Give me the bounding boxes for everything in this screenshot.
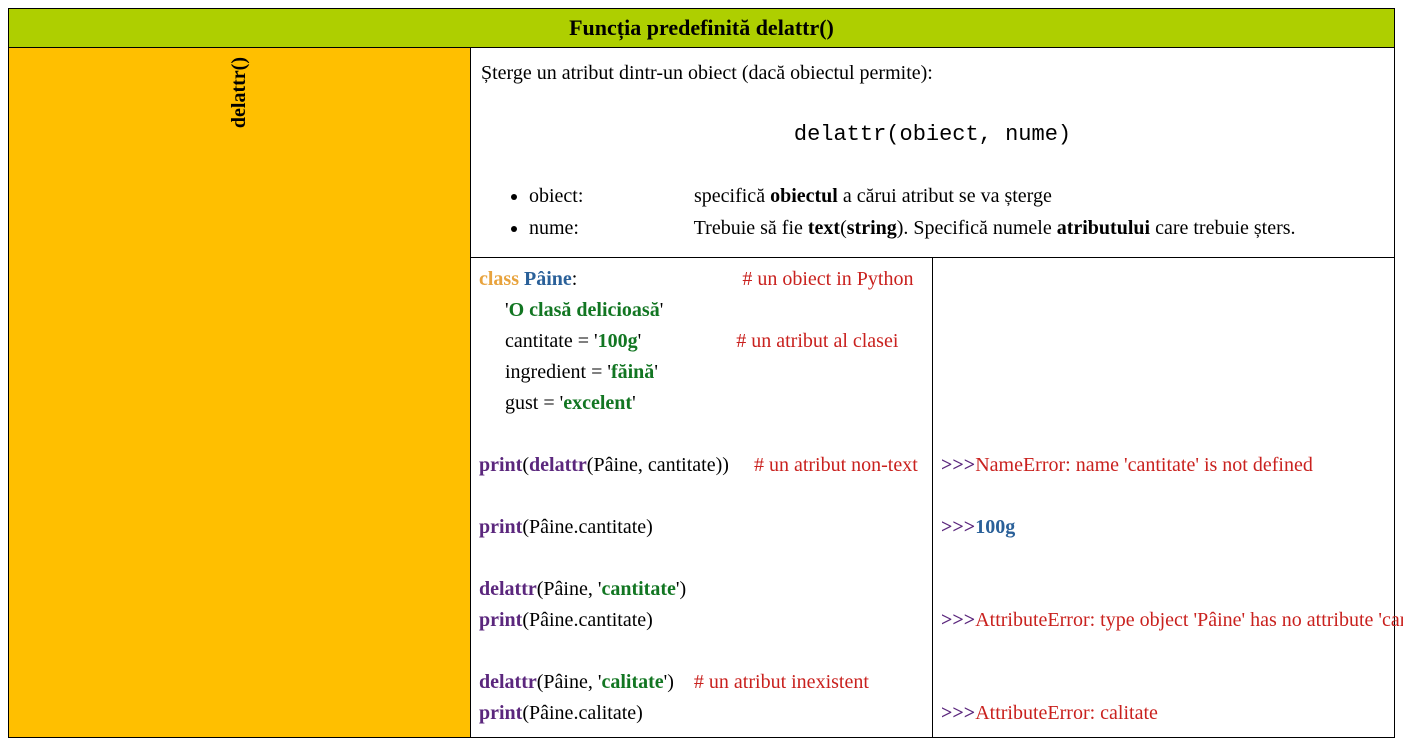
desc-signature: delattr(obiect, nume)	[481, 118, 1384, 151]
param-list: obiect: specifică obiectul a cărui atrib…	[481, 181, 1384, 243]
code-line: print(delattr(Pâine, cantitate)) # un at…	[479, 450, 924, 481]
code-line: print(Pâine.cantitate)	[479, 605, 924, 636]
output-line: >>>NameError: name 'cantitate' is not de…	[941, 450, 1386, 481]
code-line: delattr(Pâine, 'calitate') # un atribut …	[479, 667, 924, 698]
code-line: print(Pâine.calitate)	[479, 698, 924, 729]
code-line	[479, 543, 924, 574]
param-obiect: obiect: specifică obiectul a cărui atrib…	[529, 181, 1384, 211]
code-cell: class Pâine: # un obiect in Python 'O cl…	[471, 258, 933, 738]
param-text: Trebuie să fie text(string). Specifică n…	[694, 217, 1296, 239]
param-nume: nume: Trebuie să fie text(string). Speci…	[529, 213, 1384, 243]
sidebar-label-cell: delattr()	[9, 48, 471, 738]
code-line: class Pâine: # un obiect in Python	[479, 264, 924, 295]
code-line	[479, 481, 924, 512]
output-line: >>>AttributeError: type object 'Pâine' h…	[941, 605, 1386, 636]
code-line: cantitate = '100g' # un atribut al clase…	[479, 326, 924, 357]
output-cell: >>>NameError: name 'cantitate' is not de…	[933, 258, 1395, 738]
param-text: specifică obiectul a cărui atribut se va…	[694, 185, 1052, 207]
code-line: delattr(Pâine, 'cantitate')	[479, 574, 924, 605]
code-line: print(Pâine.cantitate)	[479, 512, 924, 543]
header-title: Funcția predefinită delattr()	[569, 15, 834, 40]
sidebar-label: delattr()	[228, 49, 251, 136]
param-name: obiect:	[529, 181, 689, 211]
table-header: Funcția predefinită delattr()	[9, 9, 1395, 48]
output-line: >>>AttributeError: calitate	[941, 698, 1386, 729]
delattr-table: Funcția predefinită delattr() delattr() …	[8, 8, 1395, 738]
code-line: gust = 'excelent'	[479, 388, 924, 419]
code-line: 'O clasă delicioasă'	[479, 295, 924, 326]
description-cell: Șterge un atribut dintr-un obiect (dacă …	[471, 48, 1395, 258]
desc-intro: Șterge un atribut dintr-un obiect (dacă …	[481, 58, 1384, 88]
code-line	[479, 419, 924, 450]
code-line	[479, 636, 924, 667]
code-line: ingredient = 'făină'	[479, 357, 924, 388]
output-line: >>>100g	[941, 512, 1386, 543]
param-name: nume:	[529, 213, 689, 243]
